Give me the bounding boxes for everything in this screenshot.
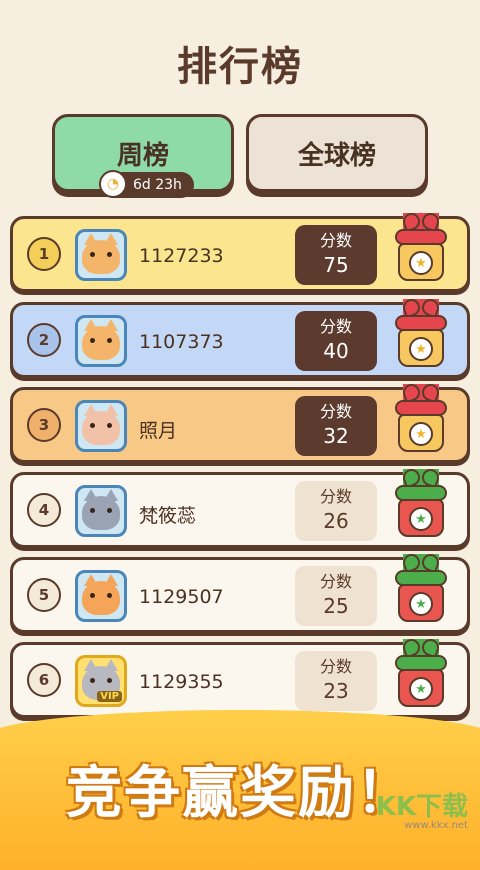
page-title: 排行榜: [177, 44, 303, 90]
star-icon: ★: [409, 592, 433, 616]
gift-box-icon[interactable]: ★: [389, 550, 453, 634]
score-value: 23: [323, 679, 349, 703]
score-label: 分数: [319, 402, 352, 421]
leaderboard-row[interactable]: 5 1129507 分数 25 ★: [10, 554, 470, 633]
leaderboard-row[interactable]: 6 VIP 1129355 分数 23 ★: [10, 639, 470, 718]
timer-text: 6d 23h: [133, 177, 182, 193]
cat-avatar-icon: [82, 489, 120, 530]
leaderboard-row[interactable]: 1 1127233 分数 75 ★: [10, 213, 470, 292]
watermark-main: KK下载: [375, 792, 468, 822]
rank-number: 6: [38, 671, 50, 689]
score-box: 分数 32: [295, 396, 377, 456]
score-box: 分数 23: [295, 651, 377, 711]
score-label: 分数: [319, 657, 352, 676]
rank-badge: 2: [27, 323, 61, 357]
gift-box-icon[interactable]: ★: [389, 380, 453, 464]
star-icon: ★: [409, 337, 433, 361]
gift-box-icon[interactable]: ★: [389, 295, 453, 379]
score-box: 分数 26: [295, 481, 377, 541]
player-name: 1129507: [139, 586, 224, 608]
player-name: 1129355: [139, 671, 224, 693]
avatar[interactable]: [75, 485, 127, 537]
avatar[interactable]: [75, 400, 127, 452]
tab-global-label: 全球榜: [297, 140, 376, 171]
rank-badge: 1: [27, 237, 61, 271]
leaderboard-row[interactable]: 2 1107373 分数 40 ★: [10, 299, 470, 378]
rank-number: 1: [38, 245, 50, 263]
score-value: 26: [323, 509, 349, 533]
clock-icon: ◔: [99, 170, 127, 198]
score-value: 32: [323, 424, 349, 448]
score-box: 分数 40: [295, 311, 377, 371]
star-icon: ★: [409, 677, 433, 701]
avatar[interactable]: [75, 229, 127, 281]
star-icon: ★: [409, 422, 433, 446]
score-label: 分数: [319, 487, 352, 506]
rank-badge: 4: [27, 493, 61, 527]
tab-global[interactable]: 全球榜: [246, 114, 428, 192]
score-value: 25: [323, 594, 349, 618]
tab-weekly-label: 周榜: [116, 140, 169, 171]
star-icon: ★: [409, 507, 433, 531]
score-value: 40: [323, 339, 349, 363]
rank-badge: 3: [27, 408, 61, 442]
countdown-timer: ◔ 6d 23h: [99, 170, 194, 198]
cat-avatar-icon: [82, 233, 120, 274]
cat-avatar-icon: [82, 404, 120, 445]
gift-box-icon[interactable]: ★: [389, 635, 453, 719]
player-name: 梵筱蕊: [139, 505, 197, 527]
vip-badge: VIP: [97, 691, 122, 702]
avatar[interactable]: [75, 315, 127, 367]
rank-number: 2: [38, 331, 50, 349]
rank-number: 3: [38, 416, 50, 434]
cat-avatar-icon: [82, 319, 120, 360]
player-name: 1127233: [139, 245, 224, 267]
star-icon: ★: [409, 251, 433, 275]
watermark: KK下载 www.kkx.net: [376, 794, 468, 832]
avatar[interactable]: [75, 570, 127, 622]
rank-badge: 5: [27, 578, 61, 612]
score-value: 75: [323, 253, 349, 277]
gift-box-icon[interactable]: ★: [389, 465, 453, 549]
cat-avatar-icon: [82, 574, 120, 615]
score-label: 分数: [319, 231, 352, 250]
player-name: 1107373: [139, 331, 224, 353]
player-name: 照月: [139, 420, 178, 442]
rank-number: 5: [38, 586, 50, 604]
leaderboard-row[interactable]: 4 梵筱蕊 分数 26 ★: [10, 469, 470, 548]
leaderboard-row[interactable]: 3 照月 分数 32 ★: [10, 384, 470, 463]
score-label: 分数: [319, 572, 352, 591]
score-box: 分数 25: [295, 566, 377, 626]
gift-box-icon[interactable]: ★: [389, 209, 453, 293]
rank-badge: 6: [27, 663, 61, 697]
avatar[interactable]: VIP: [75, 655, 127, 707]
score-label: 分数: [319, 317, 352, 336]
score-box: 分数 75: [295, 225, 377, 285]
rank-number: 4: [38, 501, 50, 519]
